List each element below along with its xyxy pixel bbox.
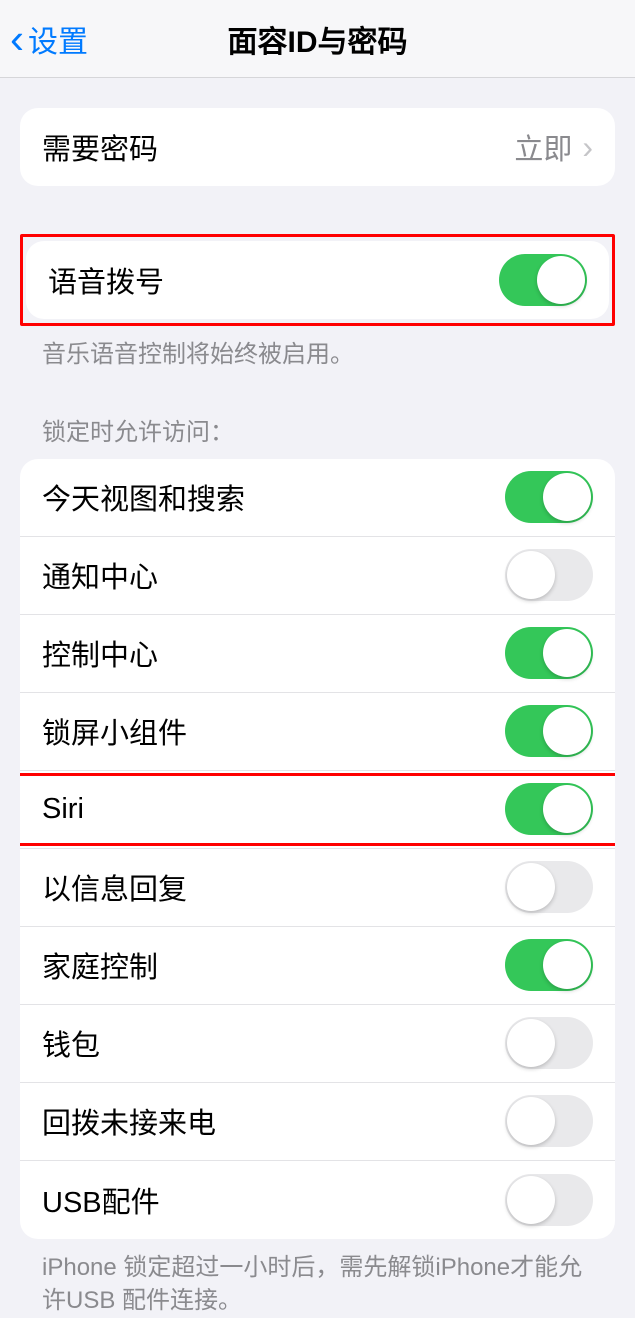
voice-dial-group: 语音拨号 <box>26 241 609 319</box>
lock-access-toggle[interactable] <box>505 1174 593 1226</box>
lock-access-row: 锁屏小组件 <box>20 693 615 771</box>
require-passcode-group: 需要密码 立即 › <box>20 108 615 186</box>
lock-access-row: 控制中心 <box>20 615 615 693</box>
lock-access-item-label: Siri <box>42 793 84 826</box>
page-title: 面容ID与密码 <box>228 17 408 61</box>
require-passcode-row[interactable]: 需要密码 立即 › <box>20 108 615 186</box>
lock-access-toggle[interactable] <box>505 627 593 679</box>
voice-dial-toggle[interactable] <box>499 254 587 306</box>
lock-access-row: 钱包 <box>20 1005 615 1083</box>
lock-access-toggle[interactable] <box>505 549 593 601</box>
lock-access-item-label: 控制中心 <box>42 632 158 674</box>
back-label: 设置 <box>28 17 88 61</box>
lock-access-item-label: USB配件 <box>42 1179 160 1221</box>
lock-access-row: USB配件 <box>20 1161 615 1239</box>
require-passcode-label: 需要密码 <box>42 126 158 168</box>
lock-access-toggle[interactable] <box>505 1095 593 1147</box>
lock-access-item-label: 家庭控制 <box>42 944 158 986</box>
lock-access-item-label: 钱包 <box>42 1022 100 1064</box>
highlight-voice-dial: 语音拨号 <box>20 234 615 326</box>
lock-access-toggle[interactable] <box>505 939 593 991</box>
chevron-right-icon: › <box>582 129 593 166</box>
lock-access-row: 回拨未接来电 <box>20 1083 615 1161</box>
voice-dial-footer: 音乐语音控制将始终被启用。 <box>20 326 615 372</box>
lock-access-row: 今天视图和搜索 <box>20 459 615 537</box>
lock-access-header: 锁定时允许访问： <box>20 412 615 459</box>
nav-header: ‹ 设置 面容ID与密码 <box>0 0 635 78</box>
require-passcode-value: 立即 <box>514 126 572 168</box>
lock-access-toggle[interactable] <box>505 783 593 835</box>
voice-dial-label: 语音拨号 <box>48 259 164 301</box>
lock-access-item-label: 以信息回复 <box>42 866 187 908</box>
lock-access-toggle[interactable] <box>505 1017 593 1069</box>
voice-dial-row: 语音拨号 <box>26 241 609 319</box>
chevron-left-icon: ‹ <box>10 18 24 60</box>
lock-access-item-label: 通知中心 <box>42 554 158 596</box>
lock-access-group: 今天视图和搜索通知中心控制中心锁屏小组件 Siri 以信息回复家庭控制钱包回拨未接来… <box>20 459 615 1239</box>
lock-access-row: 以信息回复 <box>20 849 615 927</box>
lock-access-item-label: 今天视图和搜索 <box>42 476 245 518</box>
lock-access-row: 家庭控制 <box>20 927 615 1005</box>
back-button[interactable]: ‹ 设置 <box>0 17 88 61</box>
lock-access-item-label: 锁屏小组件 <box>42 710 187 752</box>
lock-access-row: Siri <box>20 771 615 849</box>
lock-access-toggle[interactable] <box>505 861 593 913</box>
lock-access-toggle[interactable] <box>505 705 593 757</box>
lock-access-item-label: 回拨未接来电 <box>42 1100 216 1142</box>
lock-access-footer: iPhone 锁定超过一小时后，需先解锁iPhone才能允许USB 配件连接。 <box>20 1239 615 1318</box>
lock-access-toggle[interactable] <box>505 471 593 523</box>
lock-access-row: 通知中心 <box>20 537 615 615</box>
